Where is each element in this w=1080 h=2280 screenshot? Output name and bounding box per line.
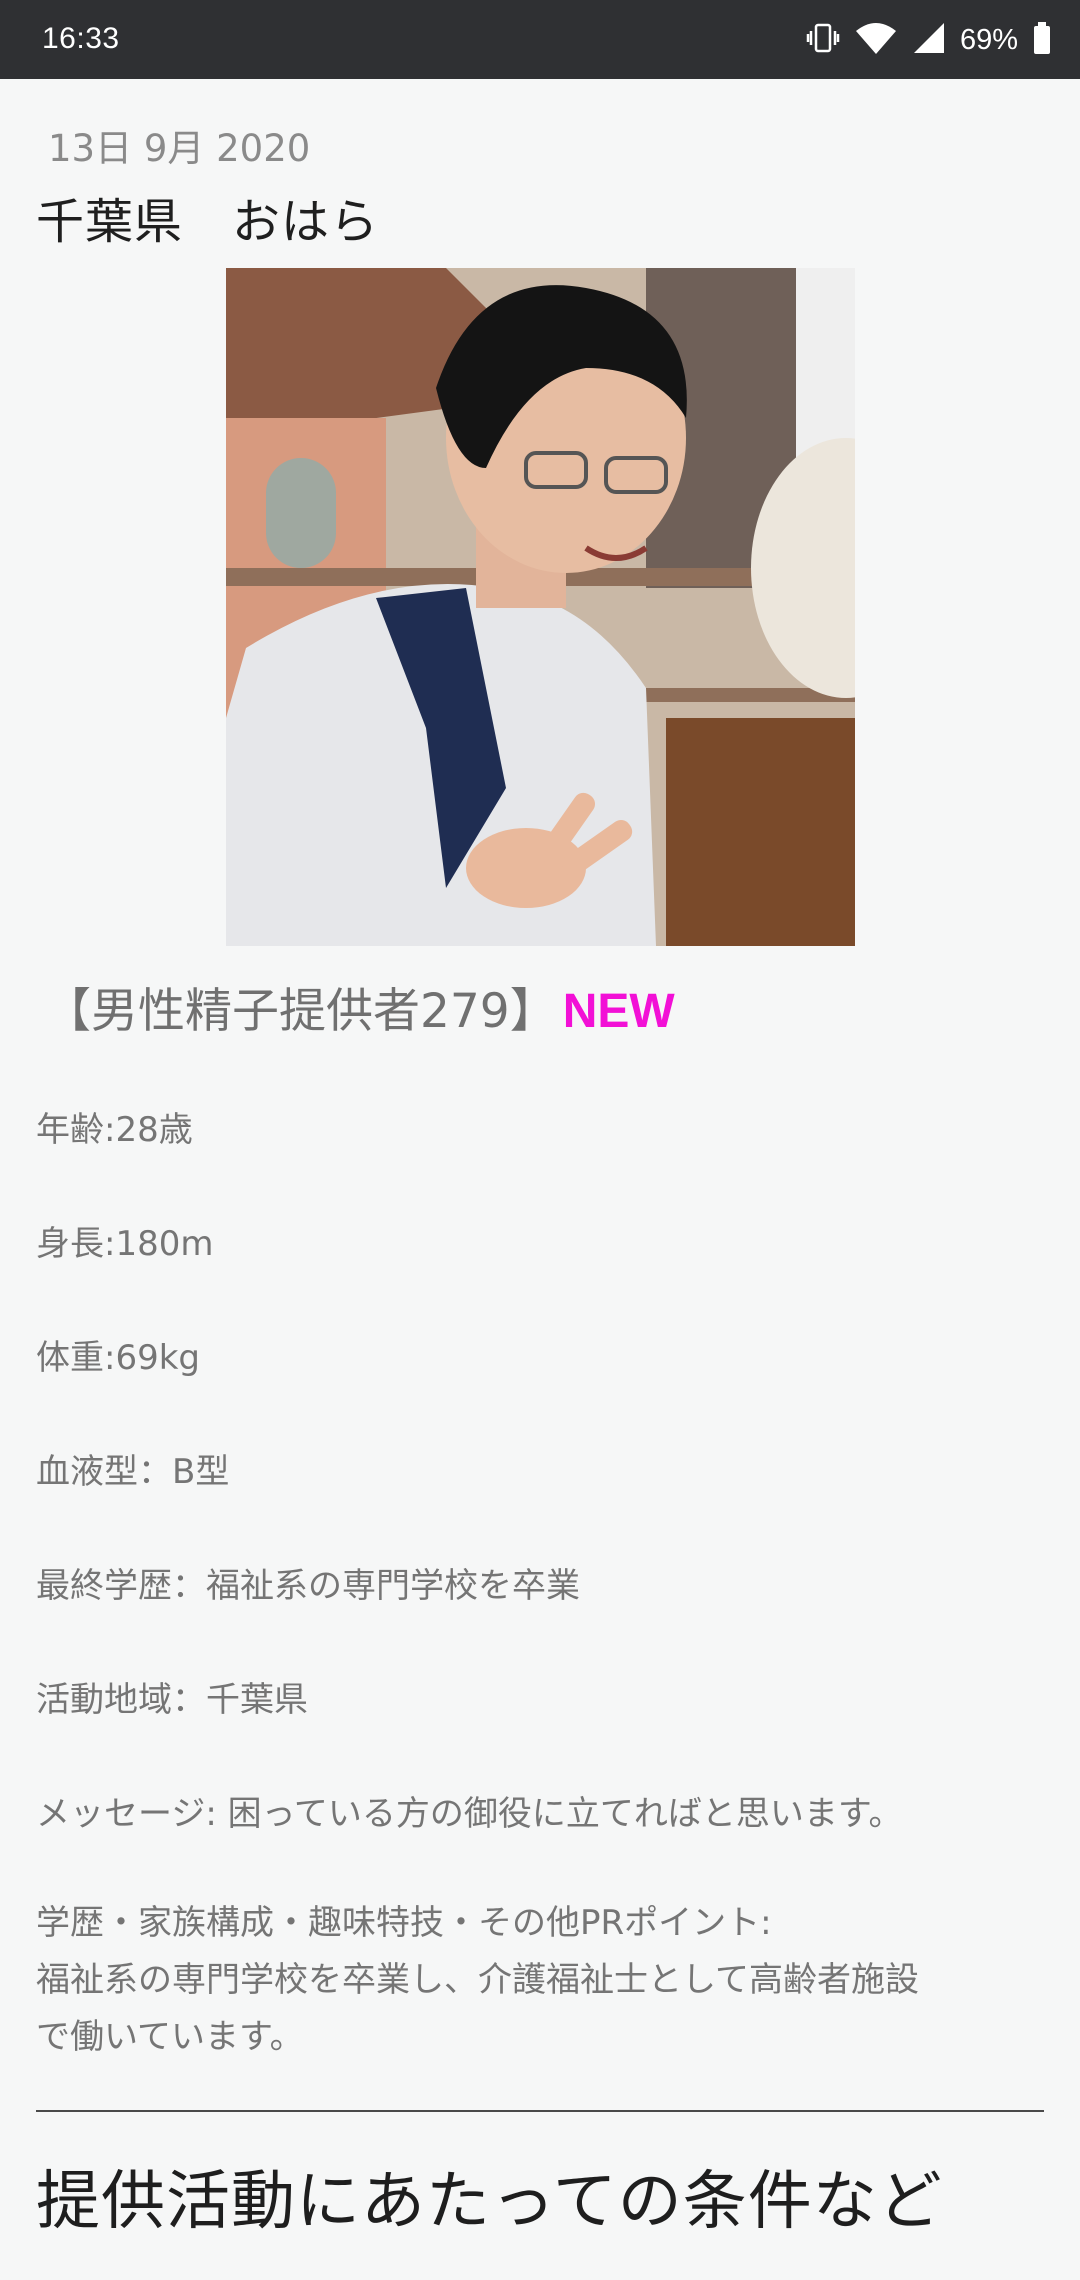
status-bar: 16:33 69% [0,0,1080,79]
detail-blood-type: 血液型：B型 [36,1452,230,1492]
battery-percent: 69% [959,23,1018,56]
wifi-icon [854,21,898,60]
detail-education: 最終学歴：福祉系の専門学校を卒業 [36,1566,580,1606]
pr-block: 学歴・家族構成・趣味特技・その他PRポイント: 福祉系の専門学校を卒業し、介護福… [36,1895,1046,2066]
donor-photo [226,268,855,946]
detail-message: メッセージ: 困っている方の御役に立てればと思います。 [36,1794,903,1834]
detail-weight: 体重:69kg [36,1338,200,1378]
detail-age: 年齢:28歳 [36,1110,193,1150]
divider [36,2110,1044,2112]
detail-height: 身長:180m [36,1224,214,1264]
detail-area: 活動地域：千葉県 [36,1680,308,1720]
conditions-section-title: 提供活動にあたっての条件など [36,2165,943,2239]
vibrate-icon [806,21,840,60]
battery-icon [1032,21,1052,60]
cell-signal-icon [912,21,946,60]
status-icons: 69% [806,18,1052,62]
donor-heading: 【男性精子提供者279】 NEW [44,972,675,1041]
post-location: 千葉県 おはら [36,194,380,250]
post-date: 13日 9月 2020 [48,127,311,170]
pr-label: 学歴・家族構成・趣味特技・その他PRポイント: [36,1903,772,1943]
pr-text-line2: で働いています。 [36,2017,304,2057]
status-time: 16:33 [42,22,120,55]
donor-title: 【男性精子提供者279】 [44,984,557,1039]
pr-text-line1: 福祉系の専門学校を卒業し、介護福祉士として高齢者施設 [36,1960,919,2000]
new-badge: NEW [562,985,675,1038]
